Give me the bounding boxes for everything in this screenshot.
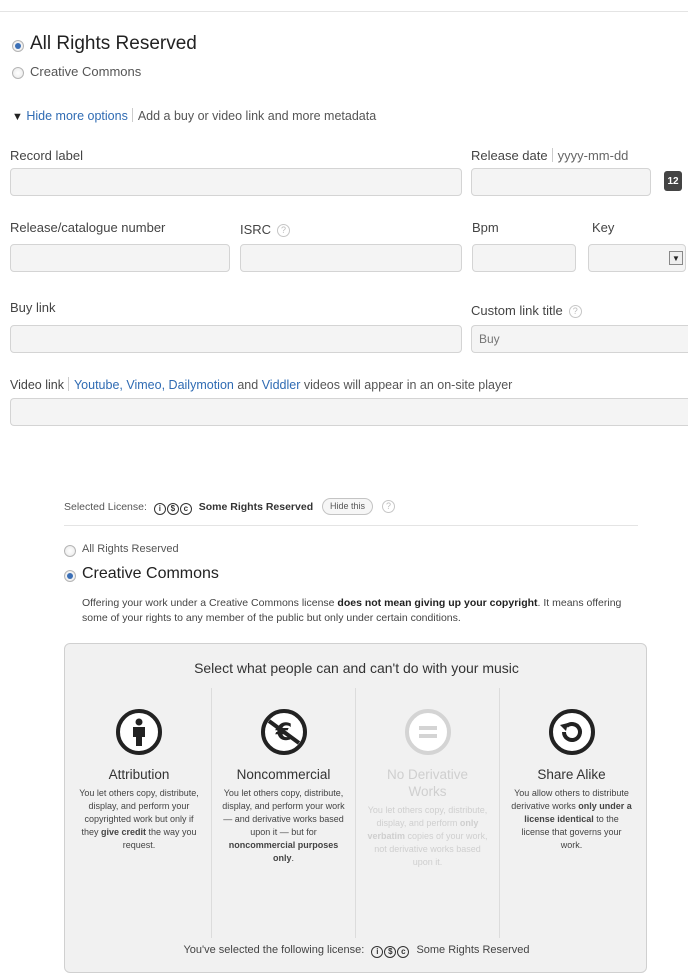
cc-option-no-derivatives[interactable]: No Derivative Works You let others copy,… [355, 688, 499, 938]
bpm-label: Bpm [472, 220, 499, 235]
cc-option-share-alike[interactable]: Share Alike You allow others to distribu… [499, 688, 643, 938]
isrc-label-row: ISRC? [240, 222, 291, 237]
attribution-icon [116, 709, 162, 755]
all-rights-reserved-label: All Rights Reserved [30, 33, 197, 54]
isrc-field[interactable] [240, 244, 462, 272]
license-divider [64, 525, 638, 526]
video-link-input[interactable] [11, 399, 688, 425]
selected-license-footer-label: You've selected the following license: [183, 944, 365, 956]
release-date-field[interactable] [471, 168, 651, 196]
cc-option-noncommercial[interactable]: € Noncommercial You let others copy, dis… [211, 688, 355, 938]
video-and-text: and [237, 378, 259, 392]
all-rights-reserved-label-2: All Rights Reserved [82, 543, 179, 555]
catalogue-number-input[interactable] [11, 245, 229, 271]
cc-footer-icons: i $ c [371, 944, 410, 958]
catalogue-number-field[interactable] [10, 244, 230, 272]
radio-all-rights-reserved[interactable] [12, 40, 24, 52]
radio-creative-commons[interactable] [12, 67, 24, 79]
release-date-row: Release date yyyy-mm-dd [471, 148, 628, 163]
cc-mini-icons: i $ c [153, 501, 193, 515]
viddler-link[interactable]: Viddler [262, 378, 301, 392]
video-link-row: Video link Youtube, Vimeo, Dailymotion an… [10, 377, 513, 392]
bpm-input[interactable] [473, 245, 575, 271]
radio-all-rights-reserved-2[interactable] [64, 545, 76, 557]
noncommercial-desc: You let others copy, distribute, display… [222, 788, 345, 863]
custom-link-help-icon[interactable]: ? [568, 305, 582, 318]
custom-link-title-label: Custom link title [471, 303, 563, 318]
release-date-input[interactable] [472, 169, 650, 195]
no-derivatives-title: No Derivative Works [386, 767, 469, 799]
attribution-desc: You let others copy, distribute, display… [79, 788, 199, 850]
record-label-input[interactable] [11, 169, 461, 195]
more-options-hint: Add a buy or video link and more metadat… [137, 109, 377, 123]
attribution-title: Attribution [108, 767, 170, 782]
youtube-link[interactable]: Youtube [74, 378, 119, 392]
share-alike-title: Share Alike [537, 767, 606, 782]
release-date-label: Release date [471, 148, 548, 163]
noncommercial-icon: € [260, 709, 307, 755]
selected-license-value: Some Rights Reserved [198, 501, 314, 513]
share-alike-desc: You allow others to distribute derivativ… [511, 788, 632, 850]
key-select[interactable]: ▼ [588, 244, 686, 272]
top-divider [0, 11, 688, 12]
cc-intro-text: Offering your work under a Creative Comm… [82, 597, 622, 624]
attribution-footer-icon: i [371, 946, 384, 958]
cc-options-panel: Select what people can and can't do with… [64, 643, 647, 973]
release-date-format: yyyy-mm-dd [557, 148, 629, 163]
radio-creative-commons-2[interactable] [64, 570, 76, 582]
isrc-label: ISRC [240, 222, 272, 237]
selected-license-label: Selected License: [64, 501, 147, 513]
catalogue-number-label: Release/catalogue number [10, 220, 166, 235]
no-derivatives-icon [404, 709, 451, 755]
buy-link-label: Buy link [10, 300, 56, 315]
record-label-field[interactable] [10, 168, 462, 196]
sharealike-footer-icon: c [397, 946, 410, 958]
no-derivatives-desc: You let others copy, distribute, display… [367, 805, 488, 867]
calendar-icon[interactable]: 12 [664, 171, 682, 191]
custom-link-title-row: Custom link title? [471, 303, 582, 318]
dailymotion-link[interactable]: Dailymotion [169, 378, 234, 392]
creative-commons-label-2: Creative Commons [82, 565, 219, 582]
selected-license-footer: You've selected the following license: i… [65, 944, 648, 958]
record-label-label: Record label [10, 148, 83, 163]
triangle-down-icon: ▼ [12, 111, 23, 123]
dropdown-arrow-icon[interactable]: ▼ [669, 251, 683, 265]
share-alike-icon [548, 709, 595, 755]
video-link-hint: videos will appear in an on-site player [303, 378, 513, 392]
key-label: Key [592, 220, 615, 235]
creative-commons-label: Creative Commons [30, 64, 142, 79]
buy-link-field[interactable] [10, 325, 462, 353]
license-help-icon[interactable]: ? [381, 500, 395, 513]
hide-this-button[interactable]: Hide this [322, 498, 374, 515]
noncommercial-footer-icon: $ [384, 946, 397, 958]
custom-link-title-input[interactable] [472, 326, 688, 352]
isrc-input[interactable] [241, 245, 461, 271]
video-link-field[interactable] [10, 398, 688, 426]
cc-panel-heading: Select what people can and can't do with… [194, 660, 519, 676]
attribution-mini-icon: i [153, 503, 166, 515]
noncommercial-mini-icon: $ [166, 503, 179, 515]
noncommercial-title: Noncommercial [236, 767, 331, 782]
sharealike-mini-icon: c [179, 503, 192, 515]
buy-link-input[interactable] [11, 326, 461, 352]
cc-option-attribution[interactable]: Attribution You let others copy, distrib… [67, 688, 211, 938]
vimeo-link[interactable]: Vimeo [126, 378, 161, 392]
isrc-help-icon[interactable]: ? [277, 224, 291, 237]
hide-more-options-link[interactable]: Hide more options [26, 109, 127, 123]
video-link-label: Video link [10, 378, 64, 392]
more-options-row: ▼ Hide more options Add a buy or video li… [12, 108, 376, 123]
custom-link-title-field[interactable] [471, 325, 688, 353]
selected-license-footer-value: Some Rights Reserved [416, 944, 530, 956]
bpm-field[interactable] [472, 244, 576, 272]
selected-license-row: Selected License: i $ c Some Rights Reserv… [64, 498, 395, 515]
